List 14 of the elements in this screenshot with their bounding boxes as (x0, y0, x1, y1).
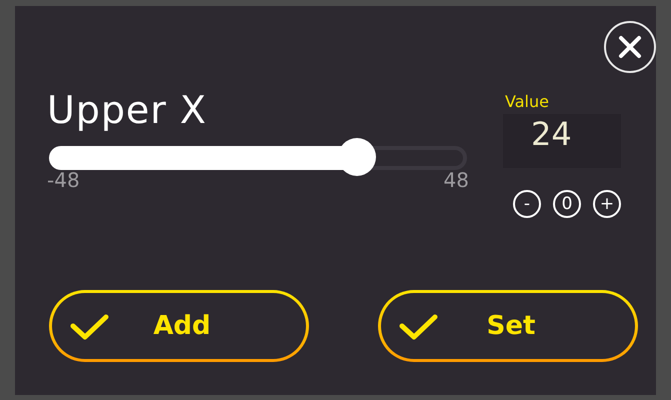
stepper-button[interactable]: - (513, 190, 541, 218)
dialog-title: Upper X (47, 87, 208, 134)
confirm-button[interactable]: Set (378, 290, 638, 362)
value-field[interactable]: 24 (503, 114, 621, 168)
max-label: 48 (444, 168, 469, 192)
stepper-button[interactable]: + (593, 190, 621, 218)
checkmark-icon (70, 313, 110, 341)
close-button[interactable] (604, 21, 656, 73)
checkmark-icon (399, 313, 439, 341)
confirm-button[interactable]: Add (49, 290, 309, 362)
value-label: Value (505, 92, 549, 112)
close-icon (618, 35, 642, 59)
stepper-button[interactable]: 0 (553, 190, 581, 218)
min-label: -48 (47, 168, 80, 192)
